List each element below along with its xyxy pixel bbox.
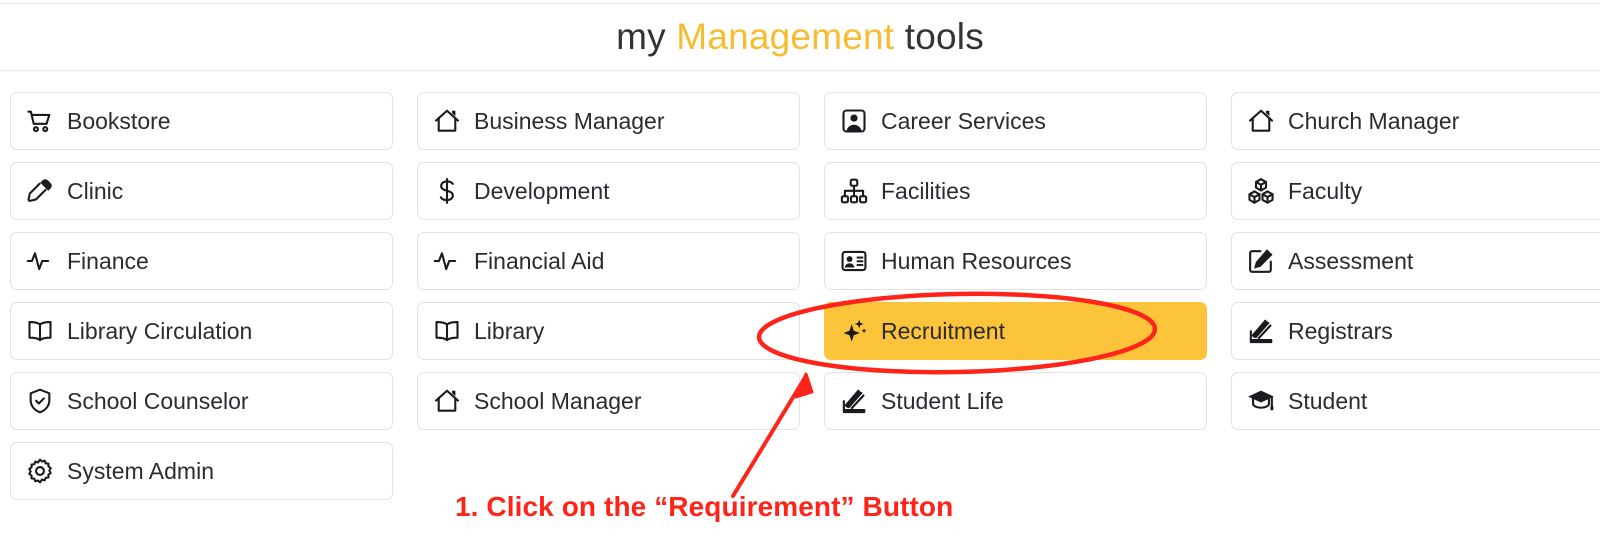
tool-tile-church-manager[interactable]: Church Manager	[1231, 92, 1600, 150]
tool-tile-label: Faculty	[1288, 177, 1363, 204]
tool-tile-library-circulation[interactable]: Library Circulation	[10, 302, 393, 360]
annotation-caption: 1. Click on the “Requirement” Button	[455, 491, 954, 522]
tool-tile-library[interactable]: Library	[417, 302, 800, 360]
column-1: Bookstore Clinic Finance Library Circulatio…	[10, 92, 393, 500]
page-title-suffix: tools	[894, 16, 984, 57]
column-2: Business Manager Development Financial Aid…	[417, 92, 800, 500]
id-card-icon	[839, 246, 869, 276]
page-header: my Management tools	[0, 4, 1600, 70]
tool-tile-label: School Manager	[474, 387, 642, 414]
house-icon	[1246, 106, 1276, 136]
pulse-activity-icon	[25, 246, 55, 276]
tool-tile-clinic[interactable]: Clinic	[10, 162, 393, 220]
page-title: my Management tools	[616, 16, 984, 58]
tools-grid: Bookstore Clinic Finance Library Circulatio…	[10, 92, 1600, 500]
shopping-cart-icon	[25, 106, 55, 136]
pulse-activity-icon	[432, 246, 462, 276]
eyedropper-icon	[25, 176, 55, 206]
tool-tile-label: Recruitment	[881, 317, 1005, 344]
header-divider	[0, 70, 1600, 71]
sparkles-icon	[839, 316, 869, 346]
tool-tile-label: Human Resources	[881, 247, 1072, 274]
open-book-icon	[25, 316, 55, 346]
tool-tile-student[interactable]: Student	[1231, 372, 1600, 430]
tool-tile-career-services[interactable]: Career Services	[824, 92, 1207, 150]
page-title-prefix: my	[616, 16, 677, 57]
tool-tile-label: Library Circulation	[67, 317, 253, 344]
tool-tile-label: Bookstore	[67, 107, 171, 134]
shield-check-icon	[25, 386, 55, 416]
tool-tile-financial-aid[interactable]: Financial Aid	[417, 232, 800, 290]
tool-tile-label: Student Life	[881, 387, 1004, 414]
tool-tile-label: Church Manager	[1288, 107, 1460, 134]
house-icon	[432, 386, 462, 416]
tool-tile-school-manager[interactable]: School Manager	[417, 372, 800, 430]
tool-tile-label: Assessment	[1288, 247, 1414, 274]
tool-tile-label: Finance	[67, 247, 149, 274]
book-stack-icon	[839, 386, 869, 416]
tool-tile-school-counselor[interactable]: School Counselor	[10, 372, 393, 430]
person-portrait-icon	[839, 106, 869, 136]
org-chart-icon	[839, 176, 869, 206]
tool-tile-human-resources[interactable]: Human Resources	[824, 232, 1207, 290]
tool-tile-label: Facilities	[881, 177, 971, 204]
graduation-cap-icon	[1246, 386, 1276, 416]
column-3: Career Services Facilities Human Resources…	[824, 92, 1207, 500]
tool-tile-assessment[interactable]: Assessment	[1231, 232, 1600, 290]
tool-tile-registrars[interactable]: Registrars	[1231, 302, 1600, 360]
tool-tile-label: Business Manager	[474, 107, 665, 134]
page-title-accent: Management	[676, 16, 895, 57]
tool-tile-bookstore[interactable]: Bookstore	[10, 92, 393, 150]
tool-tile-system-admin[interactable]: System Admin	[10, 442, 393, 500]
tool-tile-label: Registrars	[1288, 317, 1393, 344]
dollar-sign-icon	[432, 176, 462, 206]
tool-tile-recruitment[interactable]: Recruitment	[824, 302, 1207, 360]
house-icon	[432, 106, 462, 136]
management-tools-page: my Management tools Bookstore Clinic Finan…	[0, 0, 1600, 557]
tool-tile-label: Student	[1288, 387, 1368, 414]
cubes-icon	[1246, 176, 1276, 206]
tool-tile-label: Library	[474, 317, 545, 344]
tool-tile-label: System Admin	[67, 457, 214, 484]
tool-tile-label: Financial Aid	[474, 247, 605, 274]
tool-tile-business-manager[interactable]: Business Manager	[417, 92, 800, 150]
tool-tile-development[interactable]: Development	[417, 162, 800, 220]
column-4: Church Manager Faculty Assessment Registrar…	[1231, 92, 1600, 500]
gear-icon	[25, 456, 55, 486]
tool-tile-facilities[interactable]: Facilities	[824, 162, 1207, 220]
open-book-icon	[432, 316, 462, 346]
book-stack-icon	[1246, 316, 1276, 346]
tool-tile-label: Development	[474, 177, 610, 204]
pencil-square-icon	[1246, 246, 1276, 276]
tool-tile-label: School Counselor	[67, 387, 249, 414]
tool-tile-student-life[interactable]: Student Life	[824, 372, 1207, 430]
tool-tile-faculty[interactable]: Faculty	[1231, 162, 1600, 220]
tool-tile-label: Career Services	[881, 107, 1046, 134]
tool-tile-label: Clinic	[67, 177, 124, 204]
tool-tile-finance[interactable]: Finance	[10, 232, 393, 290]
